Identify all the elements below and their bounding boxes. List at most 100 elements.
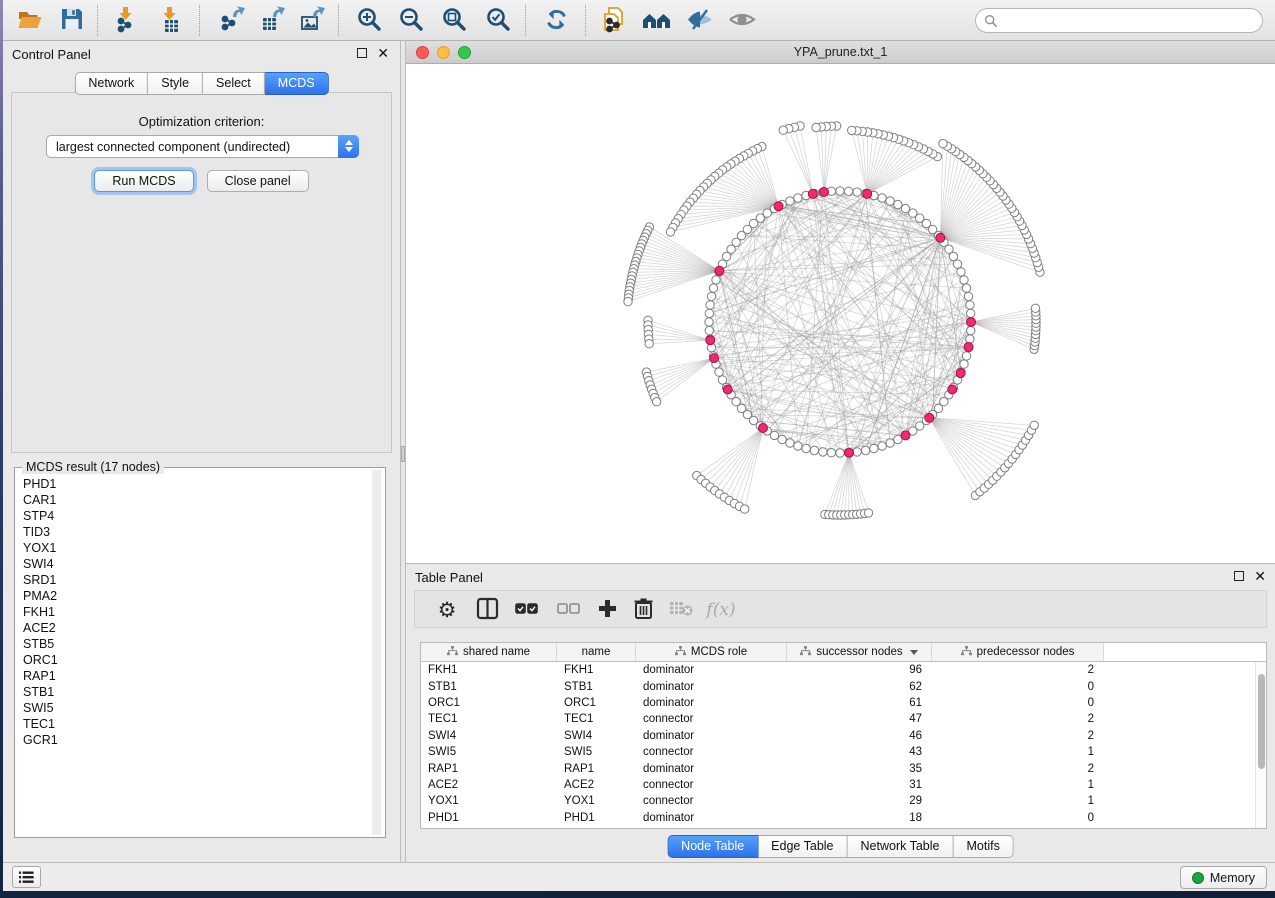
table-row[interactable]: PHD1PHD1dominator180 (421, 810, 1266, 826)
search-box[interactable] (975, 8, 1263, 33)
deselect-all-checkboxes-button[interactable] (553, 594, 585, 626)
zoom-in-button[interactable] (352, 4, 386, 37)
float-panel-icon[interactable] (357, 48, 367, 58)
import-network-icon (114, 6, 141, 36)
mcds-result-item[interactable]: YOX1 (23, 540, 367, 556)
memory-status-icon (1192, 872, 1204, 884)
mcds-result-item[interactable]: PHD1 (23, 476, 367, 492)
column-header-name[interactable]: name (557, 643, 636, 661)
dropdown-stepper-icon (338, 135, 359, 158)
settings-gear-button[interactable]: ⚙ (431, 594, 463, 626)
mcds-result-item[interactable]: TEC1 (23, 716, 367, 732)
control-panel: Control Panel ✕ NetworkStyleSelectMCDS O… (3, 41, 400, 862)
table-row[interactable]: SWI4SWI4dominator462 (421, 728, 1266, 744)
tab-node-table[interactable]: Node Table (667, 835, 758, 858)
search-input[interactable] (998, 14, 1262, 28)
table-column-icon (800, 646, 811, 659)
mcds-result-item[interactable]: ORC1 (23, 652, 367, 668)
close-table-panel-icon[interactable]: ✕ (1254, 571, 1266, 581)
mcds-result-item[interactable]: PMA2 (23, 588, 367, 604)
network-window-titlebar[interactable]: YPA_prune.txt_1 (406, 41, 1275, 64)
zoom-fit-icon (441, 6, 468, 36)
mcds-result-item[interactable]: RAP1 (23, 668, 367, 684)
network-window-title: YPA_prune.txt_1 (406, 45, 1275, 59)
delete-table-button[interactable] (665, 594, 697, 626)
zoom-fit-button[interactable] (437, 4, 471, 37)
mcds-result-item[interactable]: STB1 (23, 684, 367, 700)
zoom-selected-button[interactable] (481, 4, 515, 37)
close-panel-button[interactable]: Close panel (207, 170, 309, 192)
table-row[interactable]: SWI5SWI5connector431 (421, 744, 1266, 760)
export-image-button[interactable] (295, 4, 329, 37)
mcds-result-item[interactable]: SWI4 (23, 556, 367, 572)
splitter-grip[interactable] (401, 446, 405, 462)
refresh-button[interactable] (539, 4, 573, 37)
mcds-result-item[interactable]: STP4 (23, 508, 367, 524)
mcds-result-item[interactable]: ACE2 (23, 620, 367, 636)
column-header-successor-nodes[interactable]: successor nodes (787, 643, 932, 661)
import-network-button[interactable] (110, 4, 144, 37)
tab-select[interactable]: Select (203, 72, 265, 95)
mcds-list-scrollbar[interactable] (372, 470, 381, 835)
select-all-checkboxes-button[interactable] (511, 594, 543, 626)
table-row[interactable]: STB1STB1dominator620 (421, 678, 1266, 694)
mcds-result-item[interactable]: CAR1 (23, 492, 367, 508)
new-network-from-selection-button[interactable] (597, 4, 631, 37)
table-row[interactable]: YOX1YOX1connector291 (421, 793, 1266, 809)
tab-network[interactable]: Network (74, 72, 148, 95)
save-session-button[interactable] (55, 4, 89, 37)
table-row[interactable]: TEC1TEC1connector472 (421, 711, 1266, 727)
export-network-button[interactable] (215, 4, 249, 37)
export-table-button[interactable] (255, 4, 289, 37)
refresh-icon (543, 6, 570, 36)
tab-motifs[interactable]: Motifs (953, 835, 1013, 858)
table-row[interactable]: ACE2ACE2connector311 (421, 777, 1266, 793)
add-column-button[interactable] (591, 594, 623, 626)
table-header-row: shared namenameMCDS rolesuccessor nodesp… (421, 643, 1266, 662)
toolbar-separator (97, 5, 98, 36)
tab-edge-table[interactable]: Edge Table (758, 835, 847, 858)
zoom-out-button[interactable] (394, 4, 428, 37)
mcds-result-item[interactable]: SWI5 (23, 700, 367, 716)
tab-mcds[interactable]: MCDS (265, 72, 329, 95)
column-header-predecessor-nodes[interactable]: predecessor nodes (932, 643, 1104, 661)
run-mcds-button[interactable]: Run MCDS (94, 170, 193, 192)
mcds-result-item[interactable]: GCR1 (23, 732, 367, 748)
table-scrollbar[interactable] (1255, 662, 1266, 828)
export-table-icon (259, 6, 286, 36)
tab-network-table[interactable]: Network Table (848, 835, 954, 858)
column-header-shared-name[interactable]: shared name (421, 643, 557, 661)
open-file-button[interactable] (13, 4, 47, 37)
mcds-result-group: MCDS result (17 nodes) PHD1CAR1STP4TID3Y… (14, 467, 386, 838)
toolbar-separator (585, 5, 586, 36)
table-row[interactable]: RAP1RAP1dominator352 (421, 760, 1266, 776)
tab-style[interactable]: Style (148, 72, 203, 95)
table-scrollbar-thumb[interactable] (1258, 674, 1265, 769)
table-column-icon (961, 646, 972, 659)
show-hide-columns-button[interactable] (471, 594, 503, 626)
import-table-button[interactable] (154, 4, 188, 37)
mcds-result-item[interactable]: TID3 (23, 524, 367, 540)
list-icon (19, 871, 34, 884)
memory-button[interactable]: Memory (1180, 866, 1267, 889)
network-canvas[interactable] (406, 64, 1275, 563)
mcds-result-item[interactable]: STB5 (23, 636, 367, 652)
mcds-result-item[interactable]: SRD1 (23, 572, 367, 588)
table-row[interactable]: FKH1FKH1dominator962 (421, 662, 1266, 678)
optimization-criterion-select[interactable]: largest connected component (undirected) (46, 135, 359, 158)
show-all-button[interactable] (725, 4, 759, 37)
task-history-button[interactable] (12, 866, 41, 888)
first-neighbors-button[interactable] (639, 4, 673, 37)
apply-function-button[interactable]: f(x) (705, 594, 737, 626)
network-edges (628, 126, 1040, 515)
mcds-result-list[interactable]: PHD1CAR1STP4TID3YOX1SWI4SRD1PMA2FKH1ACE2… (15, 476, 367, 748)
column-header-MCDS-role[interactable]: MCDS role (636, 643, 787, 661)
search-icon (984, 14, 998, 28)
hide-selected-button[interactable] (683, 4, 717, 37)
export-image-icon (299, 6, 326, 36)
table-row[interactable]: ORC1ORC1dominator610 (421, 695, 1266, 711)
close-panel-icon[interactable]: ✕ (377, 48, 389, 58)
delete-column-button[interactable] (627, 594, 659, 626)
float-table-panel-icon[interactable] (1234, 571, 1244, 581)
mcds-result-item[interactable]: FKH1 (23, 604, 367, 620)
